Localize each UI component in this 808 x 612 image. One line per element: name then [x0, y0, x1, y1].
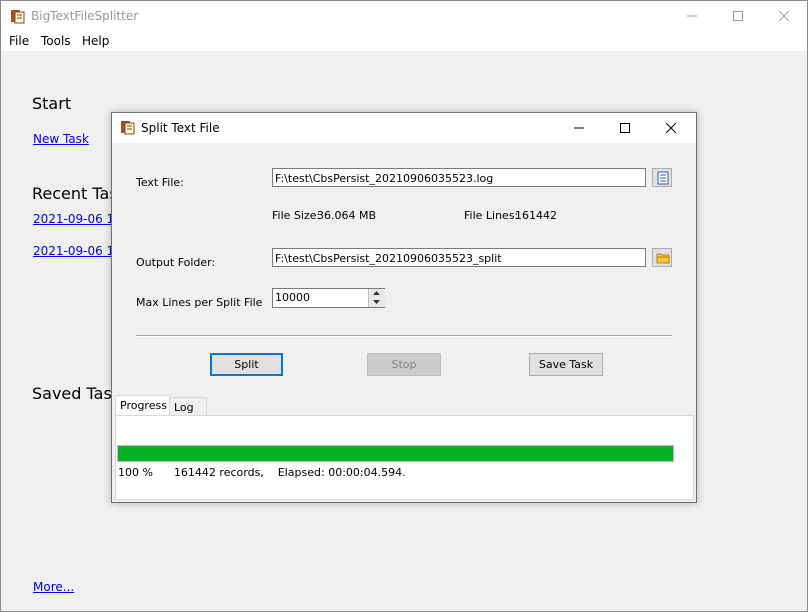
browse-file-button[interactable] [652, 168, 672, 187]
split-button[interactable]: Split [210, 353, 283, 376]
app-icon [120, 119, 136, 138]
maximize-icon [620, 123, 630, 133]
output-folder-input[interactable]: F:\test\CbsPersist_20210906035523_split [272, 248, 646, 267]
max-lines-stepper[interactable]: 10000 [272, 288, 385, 308]
start-heading: Start [32, 94, 72, 113]
spin-down-button[interactable] [368, 298, 385, 307]
window-title: BigTextFileSplitter [31, 9, 139, 23]
progress-records: 161442 records, [173, 466, 264, 479]
menu-bar: File Tools Help [1, 32, 807, 51]
tab-log[interactable]: Log [169, 397, 207, 416]
file-size-label: File Size: [272, 209, 321, 222]
document-icon [657, 171, 669, 185]
menu-file[interactable]: File [9, 34, 29, 48]
minimize-button[interactable] [669, 1, 715, 32]
progress-panel: 100 % 161442 records, Elapsed: 00:00:04.… [115, 415, 694, 500]
text-file-label: Text File: [136, 176, 184, 189]
progress-status: 100 % 161442 records, Elapsed: 00:00:04.… [118, 466, 406, 479]
menu-help[interactable]: Help [82, 34, 109, 48]
progress-percent: 100 % [118, 466, 153, 479]
output-folder-label: Output Folder: [136, 256, 216, 269]
dialog-close-button[interactable] [648, 113, 694, 144]
stop-button[interactable]: Stop [367, 353, 441, 376]
close-icon [779, 11, 789, 21]
app-icon [10, 8, 26, 27]
dialog-titlebar[interactable]: Split Text File [112, 113, 696, 143]
minimize-icon [687, 15, 697, 17]
max-lines-label: Max Lines per Split File [136, 296, 263, 309]
tab-progress[interactable]: Progress [115, 395, 170, 416]
saved-tasks-heading: Saved Tas [32, 384, 112, 403]
more-link[interactable]: More... [33, 580, 74, 594]
max-lines-value[interactable]: 10000 [275, 291, 310, 304]
dialog-title: Split Text File [141, 121, 220, 135]
file-lines-value: 161442 [515, 209, 557, 222]
minimize-icon [574, 127, 584, 129]
save-task-button[interactable]: Save Task [529, 353, 603, 376]
split-text-file-dialog: Split Text File Text File: F:\test\CbsPe… [111, 112, 697, 503]
file-size-value: 36.064 MB [317, 209, 377, 222]
dialog-minimize-button[interactable] [556, 113, 602, 144]
recent-tasks-heading: Recent Tas [32, 184, 118, 203]
main-titlebar[interactable]: BigTextFileSplitter [1, 1, 807, 32]
maximize-icon [733, 11, 743, 21]
dialog-maximize-button[interactable] [602, 113, 648, 144]
menu-tools[interactable]: Tools [41, 34, 71, 48]
close-button[interactable] [761, 1, 807, 32]
separator [136, 335, 672, 337]
maximize-button[interactable] [715, 1, 761, 32]
progress-fill [118, 446, 673, 461]
chevron-down-icon [373, 300, 380, 304]
text-file-input[interactable]: F:\test\CbsPersist_20210906035523.log [272, 168, 646, 187]
file-lines-label: File Lines: [464, 209, 519, 222]
chevron-up-icon [373, 291, 380, 295]
progress-bar [117, 445, 674, 462]
folder-icon [656, 253, 670, 264]
spin-up-button[interactable] [368, 289, 385, 298]
close-icon [666, 123, 676, 133]
browse-folder-button[interactable] [652, 248, 672, 267]
progress-elapsed: Elapsed: 00:00:04.594. [277, 466, 406, 479]
new-task-link[interactable]: New Task [33, 132, 89, 146]
